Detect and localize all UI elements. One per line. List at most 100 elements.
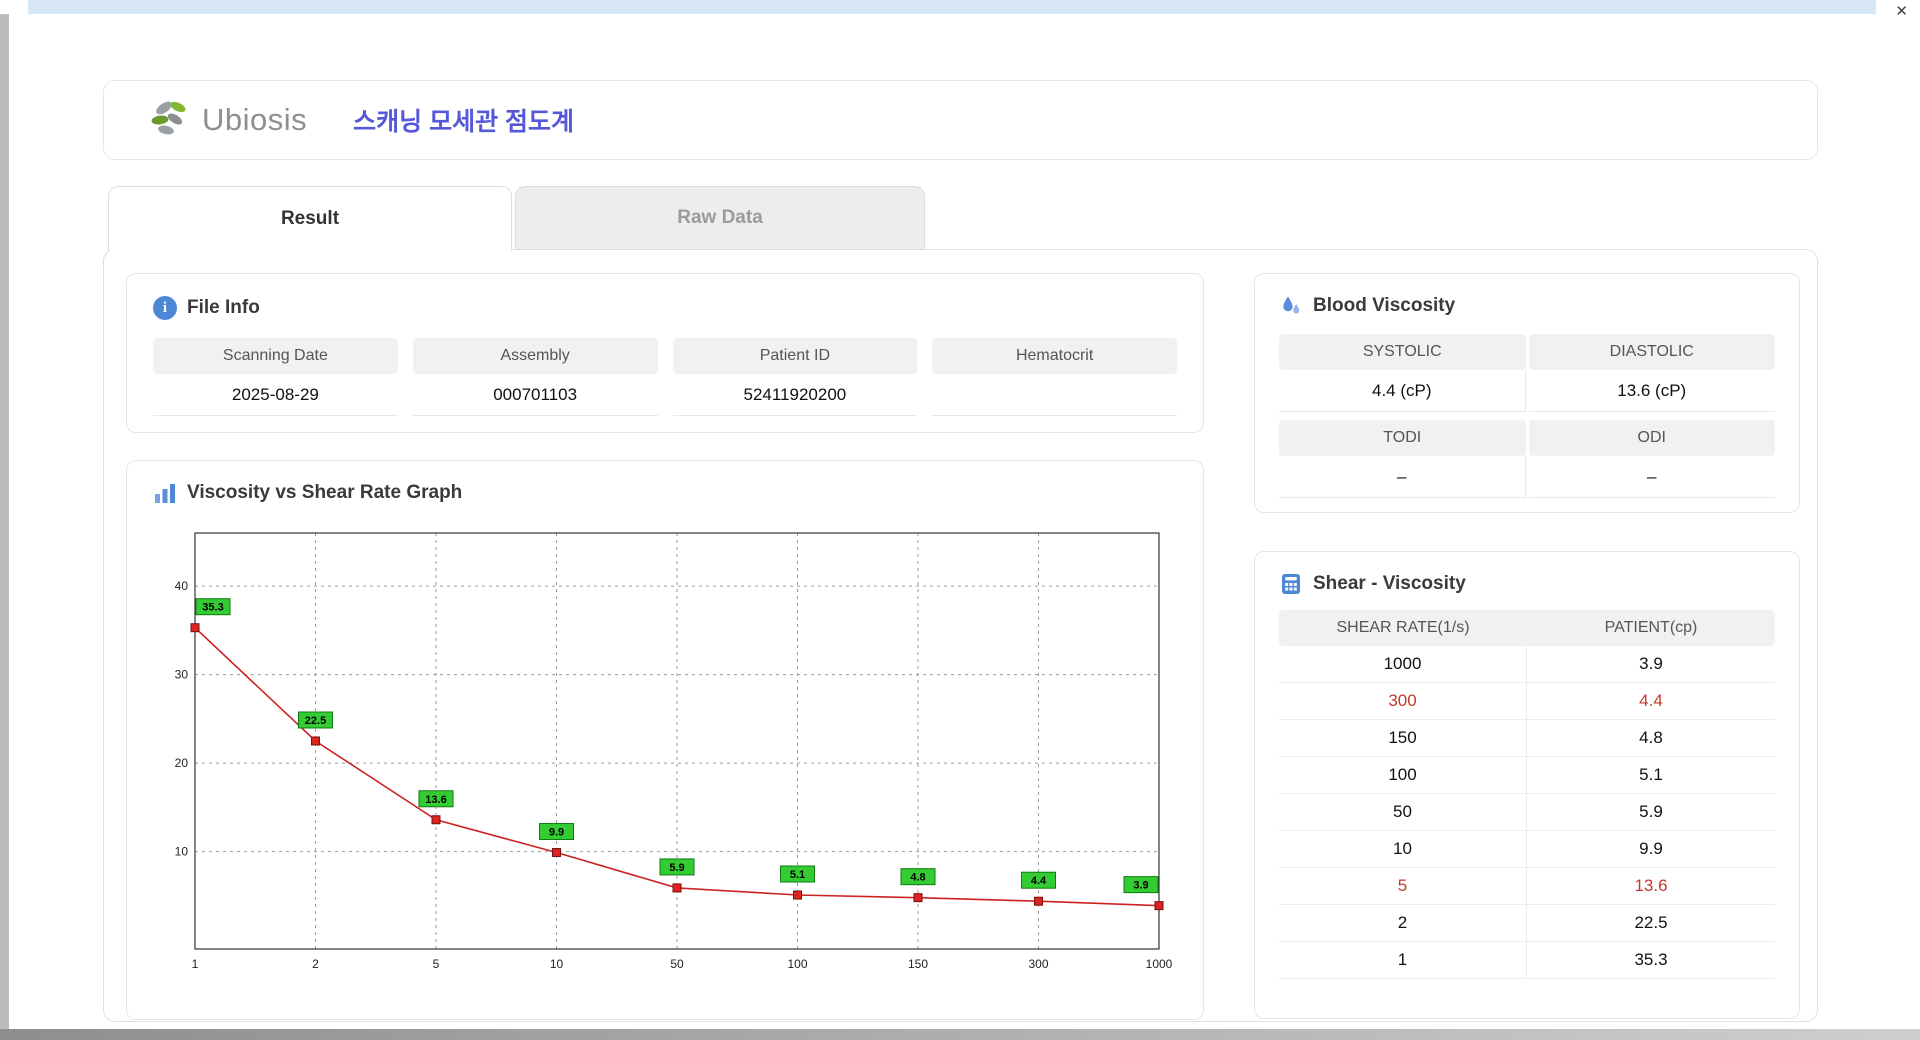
diastolic-value: 13.6 (cP) <box>1528 370 1775 412</box>
patient-viscosity-value: 22.5 <box>1634 913 1668 932</box>
shear-rate-value: 10 <box>1279 831 1527 867</box>
left-edge-decoration <box>0 14 9 1029</box>
chart-wrap: 10 20 30 40 1 2 5 10 50 100 150 300 1000 35.3 22.5 13.6… <box>157 519 1177 986</box>
blood-viscosity-title-row: Blood Viscosity <box>1279 294 1775 318</box>
patient-viscosity-value: 35.3 <box>1634 950 1668 969</box>
field-assembly: Assembly 000701103 <box>412 338 658 416</box>
shear-table-header: SHEAR RATE(1/s) PATIENT(cp) <box>1279 610 1775 646</box>
file-info-fields: Scanning Date 2025-08-29 Assembly 000701… <box>153 338 1177 416</box>
svg-text:2: 2 <box>312 957 319 971</box>
bottom-edge-decoration <box>0 1029 1920 1040</box>
svg-text:10: 10 <box>175 845 189 859</box>
shear-title-row: Shear - Viscosity <box>1279 572 1775 596</box>
svg-text:5.1: 5.1 <box>790 869 805 881</box>
field-label: Patient ID <box>672 338 918 374</box>
shear-table-row: 50 5.9 <box>1279 794 1775 831</box>
file-info-card: i File Info Scanning Date 2025-08-29 Ass… <box>126 273 1204 433</box>
patient-viscosity-value: 5.9 <box>1639 802 1663 821</box>
ubiosis-logo: Ubiosis <box>150 99 307 141</box>
tab-result[interactable]: Result <box>108 186 512 251</box>
shear-rate-value: 2 <box>1279 905 1527 941</box>
shear-table-row: 1 35.3 <box>1279 942 1775 979</box>
todi-value: – <box>1279 456 1526 498</box>
field-label: Hematocrit <box>932 338 1177 374</box>
window-titlebar <box>28 0 1876 14</box>
info-icon: i <box>153 296 177 320</box>
file-info-title: File Info <box>187 297 260 318</box>
shear-rate-value: 300 <box>1279 683 1527 719</box>
viscosity-graph-card: Viscosity vs Shear Rate Graph 10 20 30 40 1 2… <box>126 460 1204 1020</box>
shear-table-row: 10 9.9 <box>1279 831 1775 868</box>
field-label: Assembly <box>412 338 658 374</box>
shear-rate-value: 1 <box>1279 942 1527 978</box>
field-value: 000701103 <box>412 374 658 416</box>
shear-table-row: 300 4.4 <box>1279 683 1775 720</box>
patient-viscosity-value: 3.9 <box>1639 654 1663 673</box>
todi-label: TODI <box>1279 420 1526 456</box>
field-value: 52411920200 <box>672 374 918 416</box>
svg-text:1: 1 <box>192 957 199 971</box>
file-info-title-row: i File Info <box>153 296 1177 320</box>
shear-table-row: 1000 3.9 <box>1279 646 1775 683</box>
svg-text:100: 100 <box>787 957 807 971</box>
calculator-icon <box>1282 574 1300 594</box>
svg-text:3.9: 3.9 <box>1133 880 1148 892</box>
shear-table-row: 2 22.5 <box>1279 905 1775 942</box>
field-label: Scanning Date <box>153 338 398 374</box>
odi-value: – <box>1528 456 1775 498</box>
shear-viscosity-title: Shear - Viscosity <box>1313 573 1466 594</box>
droplets-icon <box>1283 296 1300 314</box>
shear-rate-value: 150 <box>1279 720 1527 756</box>
shear-rate-value: 5 <box>1279 868 1527 904</box>
svg-text:13.6: 13.6 <box>425 794 446 806</box>
svg-text:20: 20 <box>175 756 189 770</box>
svg-text:1000: 1000 <box>1146 957 1173 971</box>
svg-text:4.8: 4.8 <box>910 872 925 884</box>
shear-rate-value: 50 <box>1279 794 1527 830</box>
blood-viscosity-title: Blood Viscosity <box>1313 295 1456 316</box>
svg-text:150: 150 <box>908 957 928 971</box>
svg-text:9.9: 9.9 <box>549 827 564 839</box>
shear-table-row: 5 13.6 <box>1279 868 1775 905</box>
graph-title-row: Viscosity vs Shear Rate Graph <box>153 481 1177 505</box>
field-scanning-date: Scanning Date 2025-08-29 <box>153 338 398 416</box>
page-title: 스캐닝 모세관 점도계 <box>353 108 575 136</box>
field-value: 2025-08-29 <box>153 374 398 416</box>
svg-text:5.9: 5.9 <box>669 862 684 874</box>
svg-text:40: 40 <box>175 579 189 593</box>
shear-rate-value: 100 <box>1279 757 1527 793</box>
viscosity-chart: 10 20 30 40 1 2 5 10 50 100 150 300 1000 35.3 22.5 13.6… <box>175 532 1173 971</box>
patient-viscosity-value: 13.6 <box>1634 876 1668 895</box>
header-card: Ubiosis 스캐닝 모세관 점도계 <box>103 80 1818 160</box>
svg-text:50: 50 <box>670 957 684 971</box>
svg-text:10: 10 <box>550 957 564 971</box>
shear-rate-column-header: SHEAR RATE(1/s) <box>1336 619 1470 636</box>
ubiosis-logo-icon <box>151 101 186 135</box>
close-icon[interactable]: ✕ <box>1895 4 1908 19</box>
svg-text:35.3: 35.3 <box>202 602 223 614</box>
chart-x-tick-labels: 1 2 5 10 50 100 150 300 1000 <box>192 957 1173 971</box>
shear-table: SHEAR RATE(1/s) PATIENT(cp) 1000 3.9 300 4.… <box>1279 610 1775 979</box>
field-hematocrit: Hematocrit <box>932 338 1177 416</box>
graph-title: Viscosity vs Shear Rate Graph <box>187 482 463 503</box>
shear-viscosity-card: Shear - Viscosity SHEAR RATE(1/s) PATIEN… <box>1254 551 1800 1019</box>
bar-chart-icon <box>155 484 175 503</box>
shear-rate-value: 1000 <box>1279 646 1527 682</box>
patient-viscosity-value: 4.4 <box>1639 691 1663 710</box>
svg-text:300: 300 <box>1028 957 1048 971</box>
field-value <box>932 374 1177 416</box>
blood-viscosity-card: Blood Viscosity SYSTOLIC DIASTOLIC 4.4 (… <box>1254 273 1800 513</box>
systolic-value: 4.4 (cP) <box>1279 370 1526 412</box>
tab-raw-data[interactable]: Raw Data <box>515 186 925 249</box>
main-panel: i File Info Scanning Date 2025-08-29 Ass… <box>103 249 1818 1022</box>
shear-table-row: 150 4.8 <box>1279 720 1775 757</box>
patient-viscosity-value: 4.8 <box>1639 728 1663 747</box>
patient-viscosity-value: 9.9 <box>1639 839 1663 858</box>
odi-label: ODI <box>1528 420 1775 456</box>
shear-table-row: 100 5.1 <box>1279 757 1775 794</box>
diastolic-label: DIASTOLIC <box>1528 334 1775 370</box>
systolic-label: SYSTOLIC <box>1279 334 1526 370</box>
chart-y-tick-labels: 10 20 30 40 <box>175 579 189 859</box>
svg-text:30: 30 <box>175 668 189 682</box>
blood-viscosity-grid: SYSTOLIC DIASTOLIC 4.4 (cP) 13.6 (cP) TO… <box>1279 334 1775 498</box>
